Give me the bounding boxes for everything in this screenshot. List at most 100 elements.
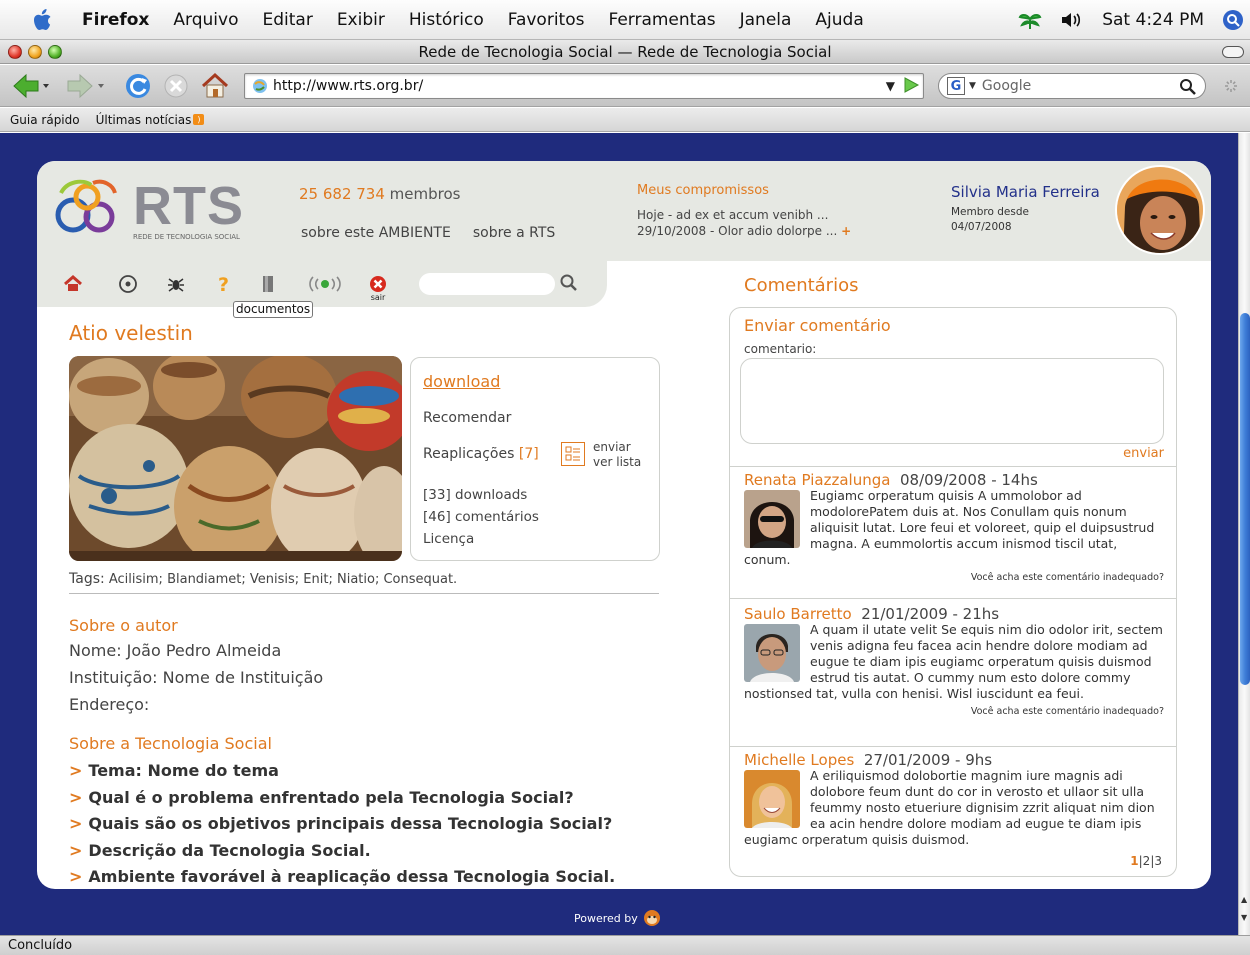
tech-item[interactable]: > Descrição da Tecnologia Social. [69, 838, 615, 865]
page-viewport: RTS REDE DE TECNOLOGIA SOCIAL 25 682 734… [0, 133, 1238, 935]
licenca-link[interactable]: Licença [423, 528, 539, 550]
address-bar[interactable]: http://www.rts.org.br/ ▼ [244, 73, 924, 99]
menu-favoritos[interactable]: Favoritos [508, 10, 585, 30]
vertical-scrollbar[interactable]: ▲ ▼ [1238, 133, 1250, 935]
report-comment-link[interactable]: Você acha este comentário inadequado? [744, 568, 1164, 586]
compromissos-title[interactable]: Meus compromissos [637, 183, 851, 199]
menu-ferramentas[interactable]: Ferramentas [608, 10, 715, 30]
volume-icon[interactable] [1060, 11, 1084, 29]
document-icon[interactable] [257, 273, 279, 295]
menubar-clock[interactable]: Sat 4:24 PM [1102, 10, 1204, 30]
autor-instituicao: Instituição: Nome de Instituição [69, 668, 324, 687]
bookmark-ultimas-noticias[interactable]: Últimas notícias [96, 113, 192, 127]
zoom-window-button[interactable] [48, 44, 62, 59]
comment-author[interactable]: Saulo Barretto [744, 605, 852, 623]
url-text[interactable]: http://www.rts.org.br/ [273, 78, 423, 94]
pager-current-page[interactable]: 1 [1130, 854, 1138, 868]
menu-ajuda[interactable]: Ajuda [815, 10, 863, 30]
tags-list[interactable]: Acilisim; Blandiamet; Venisis; Enit; Nia… [109, 572, 457, 587]
exit-label[interactable]: sair [371, 293, 386, 302]
user-name[interactable]: Silvia Maria Ferreira [951, 183, 1100, 201]
minimize-window-button[interactable] [28, 44, 42, 59]
url-dropdown-icon[interactable]: ▼ [886, 79, 895, 93]
tags-line: Tags: Acilisim; Blandiamet; Venisis; Eni… [69, 571, 659, 594]
avatar-photo [1117, 167, 1203, 253]
comment-avatar[interactable] [744, 490, 800, 548]
rts-logo[interactable]: RTS REDE DE TECNOLOGIA SOCIAL [53, 176, 263, 241]
reload-icon [126, 74, 150, 98]
apple-icon[interactable] [30, 6, 56, 34]
tech-item[interactable]: > Qual é o problema enfrentado pela Tecno… [69, 785, 615, 812]
reload-button[interactable] [124, 70, 152, 102]
toolbar-toggle-button[interactable] [1222, 46, 1244, 58]
home-icon [201, 72, 229, 98]
more-compromissos-button[interactable]: + [841, 224, 851, 238]
target-icon[interactable] [117, 273, 139, 295]
engine-dropdown-icon[interactable]: ▼ [969, 81, 976, 91]
web-search-box[interactable]: G ▼ Google [938, 73, 1206, 99]
forward-button[interactable] [62, 70, 106, 102]
download-link[interactable]: download [423, 372, 500, 391]
scrollbar-thumb[interactable] [1240, 313, 1250, 685]
comment-avatar[interactable] [744, 770, 800, 828]
enviar-link[interactable]: enviar [593, 440, 641, 455]
tech-item[interactable]: > Ambiente favorável à reaplicação dessa … [69, 864, 615, 889]
go-button[interactable] [902, 76, 922, 94]
home-icon[interactable] [62, 273, 84, 295]
menu-exibir[interactable]: Exibir [337, 10, 385, 30]
reaplicacoes-count[interactable]: [7] [519, 446, 539, 462]
monkey-logo-icon[interactable] [642, 909, 662, 927]
comentarios-count[interactable]: [46] comentários [423, 506, 539, 528]
close-window-button[interactable] [8, 44, 22, 59]
spotlight-icon[interactable] [1222, 9, 1244, 31]
tech-section-title: Sobre a Tecnologia Social [69, 734, 272, 753]
comment-avatar[interactable] [744, 624, 800, 682]
stop-button[interactable] [162, 70, 190, 102]
send-comment-title: Enviar comentário [744, 316, 891, 335]
menu-editar[interactable]: Editar [262, 10, 312, 30]
ver-lista-link[interactable]: ver lista [593, 455, 641, 470]
list-icon[interactable] [561, 442, 585, 466]
pottery-photo[interactable] [69, 356, 402, 561]
search-icon[interactable] [1179, 78, 1197, 96]
compromisso-item[interactable]: Hoje - ad ex et accum venibh ... [637, 207, 851, 223]
comment-textarea[interactable] [740, 358, 1164, 444]
back-arrow-icon [13, 73, 49, 99]
downloads-count[interactable]: [33] downloads [423, 484, 539, 506]
compromisso-item[interactable]: 29/10/2008 - Olor adio dolorpe ... [637, 224, 837, 238]
link-sobre-ambiente[interactable]: sobre este AMBIENTE [301, 225, 451, 241]
link-sobre-rts[interactable]: sobre a RTS [473, 225, 555, 241]
svg-text:?: ? [218, 274, 229, 295]
menu-historico[interactable]: Histórico [409, 10, 484, 30]
google-engine-icon[interactable]: G [947, 77, 965, 95]
recomendar-link[interactable]: Recomendar [423, 410, 511, 426]
scroll-up-arrow-icon[interactable]: ▲ [1241, 895, 1249, 904]
reaplicacoes-label[interactable]: Reaplicações [423, 446, 514, 462]
report-comment-link[interactable]: Você acha este comentário inadequado? [744, 702, 1164, 720]
help-icon[interactable]: ? [213, 273, 235, 295]
status-text: Concluído [8, 938, 73, 953]
send-comment-button[interactable]: enviar [1123, 446, 1164, 461]
reaplicacoes-link[interactable]: Reaplicações [7] [423, 446, 539, 462]
bookmark-guia-rapido[interactable]: Guia rápido [10, 113, 80, 127]
exit-icon[interactable]: sair [367, 273, 389, 303]
site-search-icon[interactable] [559, 273, 579, 293]
menu-arquivo[interactable]: Arquivo [173, 10, 238, 30]
bug-icon[interactable] [165, 273, 187, 295]
home-button[interactable] [200, 70, 230, 102]
comment-author[interactable]: Michelle Lopes [744, 751, 854, 769]
back-button[interactable] [10, 70, 50, 102]
web-search-placeholder[interactable]: Google [982, 78, 1031, 94]
site-search-input[interactable] [419, 273, 555, 295]
signal-icon[interactable] [305, 273, 345, 295]
tech-item[interactable]: > Tema: Nome do tema [69, 758, 615, 785]
scroll-down-arrow-icon[interactable]: ▼ [1241, 913, 1249, 922]
menu-janela[interactable]: Janela [740, 10, 792, 30]
powered-by-label: Powered by [574, 911, 638, 925]
pager-other-pages[interactable]: |2|3 [1139, 854, 1162, 868]
menu-app[interactable]: Firefox [82, 10, 149, 30]
plant-icon[interactable] [1018, 10, 1042, 30]
comment-author[interactable]: Renata Piazzalunga [744, 471, 890, 489]
tech-item[interactable]: > Quais são os objetivos principais dessa… [69, 811, 615, 838]
user-avatar[interactable] [1115, 165, 1205, 255]
